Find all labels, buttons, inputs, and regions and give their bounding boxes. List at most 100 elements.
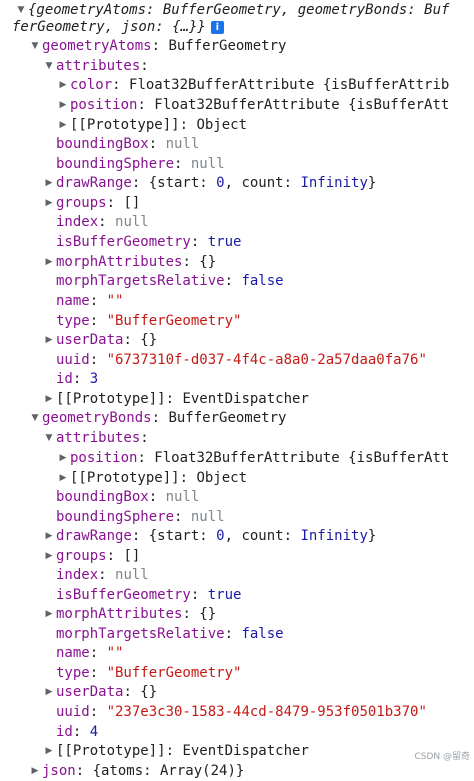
- separator: :: [165, 391, 183, 407]
- expand-triangle-icon[interactable]: ▶: [44, 193, 54, 213]
- property-key: name: [56, 293, 90, 309]
- expand-triangle-icon[interactable]: ▶: [44, 682, 54, 702]
- tree-row: index: null: [0, 565, 474, 585]
- tree-row[interactable]: ▶ [[Prototype]]: Object: [0, 468, 474, 488]
- property: boundingSphere: null: [56, 154, 225, 174]
- property-value-part: 0: [216, 528, 225, 544]
- prototype-key: [[Prototype]]: [56, 743, 166, 759]
- expand-triangle-icon[interactable]: ▶: [44, 173, 54, 193]
- property-key: morphAttributes: [56, 606, 183, 622]
- property-value: null: [165, 136, 200, 152]
- property-value: null: [115, 214, 149, 230]
- property: boundingSphere: null: [56, 507, 225, 527]
- tree-row[interactable]: ▶ color: Float32BufferAttribute {isBuffer…: [0, 75, 474, 95]
- property-value: Float32BufferAttribute {isBufferAttrib: [129, 77, 450, 93]
- separator: :: [106, 548, 124, 564]
- expand-triangle-icon[interactable]: ▶: [58, 115, 68, 135]
- property-value: Float32BufferAttribute {isBufferAtt: [154, 450, 450, 466]
- tree-row[interactable]: ▶ morphAttributes: {}: [0, 604, 474, 624]
- property-value: "6737310f-d037-4f4c-a8a0-2a57daa0fa76": [106, 352, 427, 368]
- expand-triangle-icon[interactable]: ▶: [58, 468, 68, 488]
- expand-triangle-icon[interactable]: ▶: [44, 252, 54, 272]
- prototype-key: [[Prototype]]: [70, 117, 180, 133]
- collapse-triangle-icon[interactable]: ▼: [44, 56, 54, 76]
- property-key: drawRange: [56, 175, 132, 191]
- property-value: BufferGeometry: [168, 410, 287, 426]
- property: boundingBox: null: [56, 134, 199, 154]
- tree-row[interactable]: ▶ drawRange: {start: 0, count: Infinity}: [0, 173, 474, 193]
- tree-row: id: 4: [0, 722, 474, 742]
- property-value-part: Infinity: [300, 528, 368, 544]
- separator: :: [165, 743, 183, 759]
- tree-row: id: 3: [0, 369, 474, 389]
- property: userData: {}: [56, 330, 157, 350]
- separator: :: [224, 273, 242, 289]
- property-key: groups: [56, 548, 107, 564]
- property-value: {}: [140, 684, 158, 700]
- expand-triangle-icon[interactable]: ▶: [44, 604, 54, 624]
- tree-row[interactable]: ▼ attributes:: [0, 56, 474, 76]
- property-value: []: [123, 548, 141, 564]
- tree-row[interactable]: ▶ userData: {}: [0, 682, 474, 702]
- expand-triangle-icon[interactable]: ▶: [58, 75, 68, 95]
- tree-row[interactable]: ▶ groups: []: [0, 546, 474, 566]
- info-icon[interactable]: i: [210, 21, 224, 34]
- tree-row[interactable]: ▶ groups: []: [0, 193, 474, 213]
- expand-triangle-icon[interactable]: ▶: [44, 741, 54, 761]
- expand-triangle-icon[interactable]: ▶: [44, 526, 54, 546]
- property-key: color: [70, 77, 113, 93]
- property-value: true: [207, 587, 242, 603]
- tree-row: uuid: "6737310f-d037-4f4c-a8a0-2a57daa0f…: [0, 350, 474, 370]
- tree-row[interactable]: ▶ [[Prototype]]: Object: [0, 115, 474, 135]
- tree-row: boundingSphere: null: [0, 154, 474, 174]
- property: [[Prototype]]: Object: [70, 115, 247, 135]
- tree-row[interactable]: ▼ geometryAtoms: BufferGeometry: [0, 36, 474, 56]
- property-value: Object: [196, 117, 248, 133]
- property: uuid: "6737310f-d037-4f4c-a8a0-2a57daa0f…: [56, 350, 427, 370]
- expand-triangle-icon[interactable]: ▶: [44, 546, 54, 566]
- expand-triangle-icon[interactable]: ▶: [44, 389, 54, 409]
- collapse-triangle-icon[interactable]: ▼: [30, 36, 40, 56]
- property: type: "BufferGeometry": [56, 311, 241, 331]
- tree-row[interactable]: ▶ position: Float32BufferAttribute {isBuf…: [0, 448, 474, 468]
- property-value-part: 0: [216, 175, 225, 191]
- tree-row[interactable]: ▶ [[Prototype]]: EventDispatcher: [0, 741, 474, 761]
- property: morphTargetsRelative: false: [56, 271, 284, 291]
- collapse-triangle-icon[interactable]: ▼: [30, 408, 40, 428]
- tree-row[interactable]: ▶ json: {atoms: Array(24)}: [0, 761, 474, 781]
- tree-row: name: "": [0, 643, 474, 663]
- separator: :: [190, 234, 208, 250]
- collapse-triangle-icon[interactable]: ▼: [44, 428, 54, 448]
- property-value: "BufferGeometry": [106, 665, 242, 681]
- property-key: isBufferGeometry: [56, 234, 191, 250]
- property-value: Object: [196, 470, 248, 486]
- tree-row: boundingSphere: null: [0, 507, 474, 527]
- property: geometryBonds: BufferGeometry: [42, 408, 286, 428]
- property-key: boundingBox: [56, 136, 149, 152]
- tree-row[interactable]: ▶ morphAttributes: {}: [0, 252, 474, 272]
- tree-row[interactable]: ▼ geometryBonds: BufferGeometry: [0, 408, 474, 428]
- separator: :: [123, 684, 141, 700]
- property-key: uuid: [56, 352, 90, 368]
- tree-row[interactable]: ▶ drawRange: {start: 0, count: Infinity}: [0, 526, 474, 546]
- property-key: attributes: [56, 430, 141, 446]
- separator: :: [72, 724, 90, 740]
- separator: :: [106, 195, 124, 211]
- tree-row[interactable]: ▼ attributes:: [0, 428, 474, 448]
- tree-row[interactable]: ▶ [[Prototype]]: EventDispatcher: [0, 389, 474, 409]
- prototype-key: [[Prototype]]: [56, 391, 166, 407]
- property: position: Float32BufferAttribute {isBuff…: [70, 448, 449, 468]
- expand-triangle-icon[interactable]: ▶: [58, 448, 68, 468]
- property-key: geometryAtoms: [42, 38, 152, 54]
- expand-triangle-icon[interactable]: ▶: [30, 761, 40, 781]
- tree-row[interactable]: ▶ userData: {}: [0, 330, 474, 350]
- tree-row[interactable]: ▶ position: Float32BufferAttribute {isBuf…: [0, 95, 474, 115]
- property-key: position: [70, 97, 138, 113]
- tree-row[interactable]: ▼ {geometryAtoms: BufferGeometry, geometr…: [0, 0, 474, 38]
- separator: :: [72, 371, 90, 387]
- expand-triangle-icon[interactable]: ▶: [58, 95, 68, 115]
- separator: :: [131, 175, 149, 191]
- separator: :: [75, 763, 93, 779]
- property-key: boundingSphere: [56, 509, 175, 525]
- expand-triangle-icon[interactable]: ▶: [44, 330, 54, 350]
